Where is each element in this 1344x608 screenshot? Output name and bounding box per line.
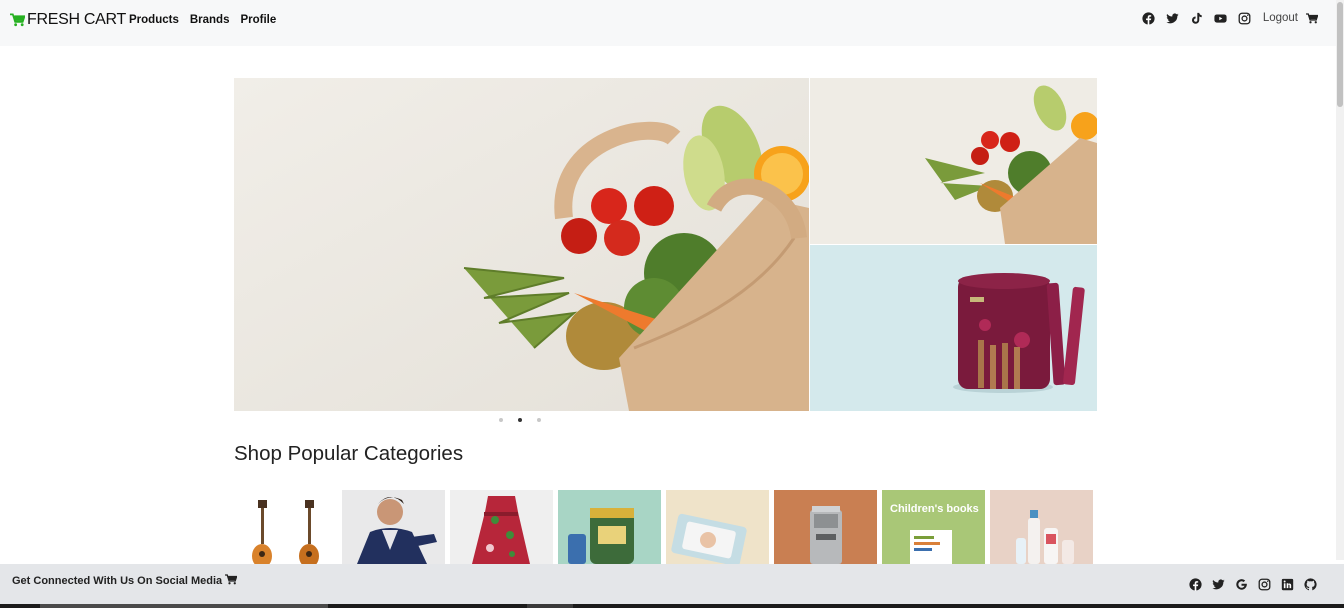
slider-dots — [499, 418, 541, 422]
youtube-icon[interactable] — [1213, 10, 1229, 26]
shopping-cart-icon — [10, 13, 25, 27]
category-tile-guitars[interactable] — [234, 490, 337, 564]
category-label: Children's books — [890, 503, 979, 515]
main-slider-image[interactable] — [234, 78, 809, 411]
category-tile-womens-fashion[interactable] — [450, 490, 553, 564]
category-tile-baby-care[interactable] — [666, 490, 769, 564]
linkedin-icon[interactable] — [1279, 576, 1295, 592]
taskbar-strip — [0, 604, 1344, 608]
slider-dot-1[interactable] — [499, 418, 503, 422]
twitter-icon[interactable] — [1210, 576, 1226, 592]
page-scrollbar[interactable] — [1336, 0, 1344, 560]
instagram-icon[interactable] — [1237, 10, 1253, 26]
footer-social-icons — [1180, 576, 1318, 592]
nav-right: Logout — [1133, 10, 1320, 26]
facebook-icon[interactable] — [1187, 576, 1203, 592]
side-banner-top[interactable] — [810, 78, 1097, 244]
shopping-cart-icon — [225, 574, 238, 588]
brand-name: FRESH CART — [27, 11, 126, 28]
navbar: FRESH CART Products Brands Profile Logou… — [0, 0, 1344, 46]
slider-dot-3[interactable] — [537, 418, 541, 422]
brand-logo[interactable]: FRESH CART — [10, 11, 126, 29]
github-icon[interactable] — [1302, 576, 1318, 592]
category-tile-childrens-books[interactable]: Children's books — [882, 490, 985, 564]
logout-button[interactable]: Logout — [1263, 12, 1298, 24]
nav-link-profile[interactable]: Profile — [240, 14, 276, 26]
taskbar-item — [527, 604, 573, 608]
footer-text: Get Connected With Us On Social Media — [12, 575, 223, 587]
google-icon[interactable] — [1233, 576, 1249, 592]
category-tile-mens-fashion[interactable] — [342, 490, 445, 564]
side-banner-bottom[interactable] — [810, 245, 1097, 411]
scrollbar-thumb[interactable] — [1337, 2, 1343, 107]
categories-row: Children's books — [234, 490, 1093, 564]
category-tile-baby-food[interactable] — [558, 490, 661, 564]
cart-button[interactable] — [1306, 11, 1320, 25]
slider-dot-2[interactable] — [518, 418, 522, 422]
facebook-icon[interactable] — [1141, 10, 1157, 26]
nav-link-products[interactable]: Products — [129, 14, 179, 26]
footer-social-caption: Get Connected With Us On Social Media — [12, 574, 238, 588]
tiktok-icon[interactable] — [1189, 10, 1205, 26]
twitter-icon[interactable] — [1165, 10, 1181, 26]
category-tile-beauty[interactable] — [990, 490, 1093, 564]
instagram-icon[interactable] — [1256, 576, 1272, 592]
nav-links: Products Brands Profile — [129, 14, 276, 26]
categories-title: Shop Popular Categories — [234, 442, 464, 465]
footer: Get Connected With Us On Social Media — [0, 564, 1344, 604]
taskbar-item — [40, 604, 328, 608]
nav-link-brands[interactable]: Brands — [190, 14, 230, 26]
category-tile-electronics[interactable] — [774, 490, 877, 564]
